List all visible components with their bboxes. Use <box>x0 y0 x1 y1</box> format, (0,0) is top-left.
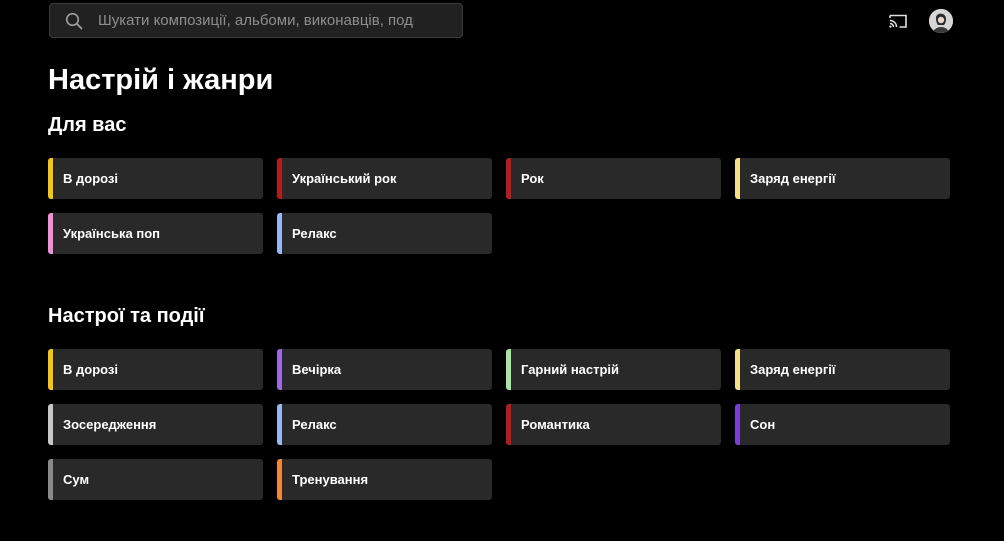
chip-harnyi-nastrii[interactable]: Гарний настрій <box>506 349 721 390</box>
chip-v-dorozi[interactable]: В дорозі <box>48 158 263 199</box>
chip-label: Сон <box>750 417 776 432</box>
chip-zariad-enerhii[interactable]: Заряд енергії <box>735 158 950 199</box>
chip-accent <box>48 404 53 445</box>
chip-zariad-enerhii[interactable]: Заряд енергії <box>735 349 950 390</box>
chip-v-dorozi[interactable]: В дорозі <box>48 349 263 390</box>
chip-label: Заряд енергії <box>750 171 836 186</box>
chip-relaks[interactable]: Релакс <box>277 213 492 254</box>
page-title: Настрій і жанри <box>48 64 274 96</box>
section-title-moods-events: Настрої та події <box>48 305 205 327</box>
chip-accent <box>506 404 511 445</box>
chip-label: Романтика <box>521 417 590 432</box>
chip-label: Релакс <box>292 226 337 241</box>
chip-label: В дорозі <box>63 171 118 186</box>
search-box[interactable] <box>49 3 463 38</box>
chip-label: Українська поп <box>63 226 160 241</box>
chip-accent <box>48 349 53 390</box>
chip-accent <box>506 349 511 390</box>
search-icon[interactable] <box>64 11 84 31</box>
chip-label: Сум <box>63 472 90 487</box>
chip-vechirka[interactable]: Вечірка <box>277 349 492 390</box>
chip-romantyka[interactable]: Романтика <box>506 404 721 445</box>
chip-zoseredzhennia[interactable]: Зосередження <box>48 404 263 445</box>
chip-label: Тренування <box>292 472 369 487</box>
chip-accent <box>48 459 53 500</box>
avatar[interactable] <box>929 9 953 33</box>
chip-accent <box>277 158 282 199</box>
chip-son[interactable]: Сон <box>735 404 950 445</box>
chip-accent <box>735 349 740 390</box>
chip-label: В дорозі <box>63 362 118 377</box>
chip-relaks[interactable]: Релакс <box>277 404 492 445</box>
chip-label: Гарний настрій <box>521 362 620 377</box>
chip-ukrainskyi-rok[interactable]: Український рок <box>277 158 492 199</box>
chip-accent <box>735 158 740 199</box>
chip-accent <box>277 404 282 445</box>
chip-label: Релакс <box>292 417 337 432</box>
chip-rok[interactable]: Рок <box>506 158 721 199</box>
chip-sum[interactable]: Сум <box>48 459 263 500</box>
moods-events-grid: В дорозі Вечірка Гарний настрій Заряд ен… <box>48 349 950 500</box>
chip-label: Рок <box>521 171 544 186</box>
search-input[interactable] <box>98 12 414 29</box>
for-you-grid: В дорозі Український рок Рок Заряд енерг… <box>48 158 950 254</box>
app-page: Настрій і жанри Для вас В дорозі Українс… <box>0 0 1004 541</box>
chip-ukrainska-pop[interactable]: Українська поп <box>48 213 263 254</box>
chip-label: Зосередження <box>63 417 157 432</box>
chip-accent <box>48 158 53 199</box>
chip-label: Український рок <box>292 171 397 186</box>
chip-accent <box>277 459 282 500</box>
chip-accent <box>735 404 740 445</box>
chip-accent <box>506 158 511 199</box>
chip-accent <box>277 349 282 390</box>
cast-icon[interactable] <box>888 11 908 31</box>
chip-label: Вечірка <box>292 362 342 377</box>
chip-trenuvannia[interactable]: Тренування <box>277 459 492 500</box>
chip-label: Заряд енергії <box>750 362 836 377</box>
chip-accent <box>277 213 282 254</box>
section-title-for-you: Для вас <box>48 114 127 136</box>
chip-accent <box>48 213 53 254</box>
